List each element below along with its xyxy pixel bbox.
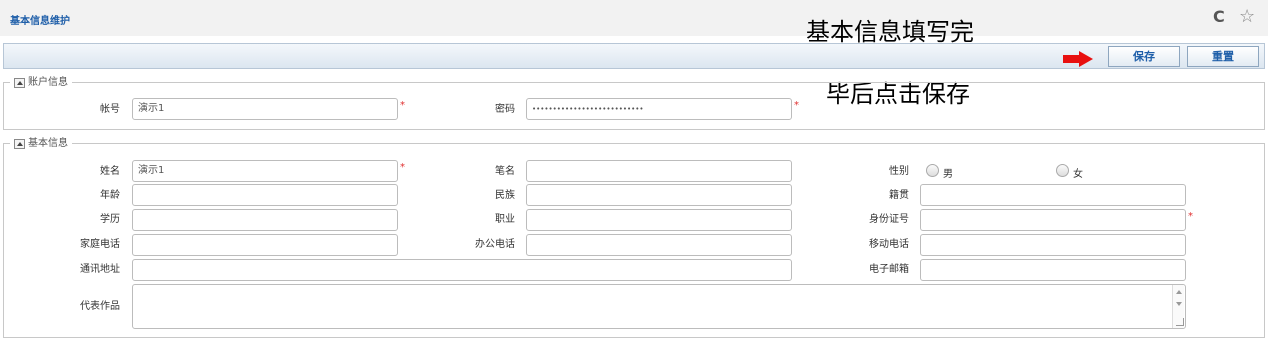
account-info-title: 账户信息 [28, 77, 68, 88]
native-place-label: 籍贯 [889, 190, 909, 201]
right-arrow-icon [1063, 51, 1093, 67]
password-input[interactable]: ••••••••••••••••••••••••••• [526, 98, 792, 120]
scroll-up-icon[interactable] [1176, 290, 1182, 294]
occupation-label: 职业 [495, 214, 515, 225]
star-icon[interactable]: ☆ [1239, 8, 1255, 26]
gender-male-label: 男 [943, 169, 953, 180]
collapse-icon[interactable] [14, 138, 25, 149]
education-label: 学历 [100, 214, 120, 225]
resize-grip-icon[interactable] [1176, 318, 1184, 326]
gender-female-radio[interactable] [1056, 164, 1069, 177]
collapse-icon[interactable] [14, 77, 25, 88]
pen-name-input[interactable] [526, 160, 792, 182]
works-textarea[interactable] [132, 284, 1186, 329]
email-label: 电子邮箱 [869, 264, 909, 275]
basic-info-legend[interactable]: 基本信息 [10, 137, 72, 150]
mobile-label: 移动电话 [869, 239, 909, 250]
title-bar: 基本信息维护 C ☆ [0, 0, 1268, 36]
address-input[interactable] [132, 259, 792, 281]
ethnicity-input[interactable] [526, 184, 792, 206]
education-input[interactable] [132, 209, 398, 231]
gender-female-label: 女 [1073, 169, 1083, 180]
address-label: 通讯地址 [80, 264, 120, 275]
annotation-line-1: 基本信息填写完 [806, 18, 974, 46]
age-label: 年龄 [100, 190, 120, 201]
home-phone-input[interactable] [132, 234, 398, 256]
mobile-input[interactable] [920, 234, 1186, 256]
username-input[interactable]: 演示1 [132, 98, 398, 120]
age-input[interactable] [132, 184, 398, 206]
name-label: 姓名 [100, 166, 120, 177]
home-phone-label: 家庭电话 [80, 239, 120, 250]
office-phone-label: 办公电话 [475, 239, 515, 250]
name-input[interactable]: 演示1 [132, 160, 398, 182]
occupation-input[interactable] [526, 209, 792, 231]
works-label: 代表作品 [80, 301, 120, 312]
reset-button[interactable]: 重置 [1187, 46, 1259, 67]
page-title: 基本信息维护 [10, 16, 70, 27]
office-phone-input[interactable] [526, 234, 792, 256]
gender-label: 性别 [889, 166, 909, 177]
id-number-input[interactable] [920, 209, 1186, 231]
save-button[interactable]: 保存 [1108, 46, 1180, 67]
scroll-down-icon[interactable] [1176, 302, 1182, 306]
required-mark: * [1188, 211, 1193, 222]
refresh-icon[interactable]: C [1213, 9, 1225, 25]
ethnicity-label: 民族 [495, 190, 515, 201]
id-number-label: 身份证号 [869, 214, 909, 225]
password-label: 密码 [495, 104, 515, 115]
account-info-legend[interactable]: 账户信息 [10, 76, 72, 89]
basic-info-title: 基本信息 [28, 138, 68, 149]
required-mark: * [794, 100, 799, 111]
gender-male-radio[interactable] [926, 164, 939, 177]
native-place-input[interactable] [920, 184, 1186, 206]
email-input[interactable] [920, 259, 1186, 281]
pen-name-label: 笔名 [495, 166, 515, 177]
username-label: 帐号 [100, 104, 120, 115]
